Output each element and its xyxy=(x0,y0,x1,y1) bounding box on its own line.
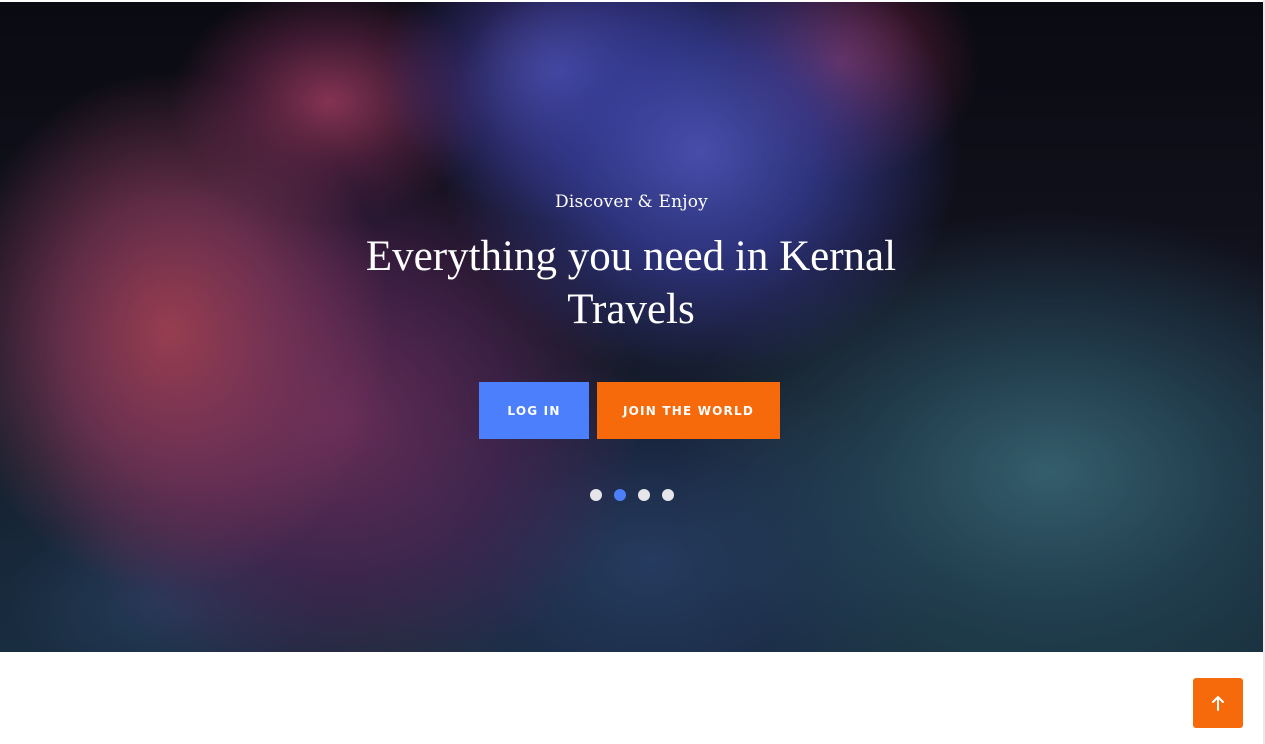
slider-pagination xyxy=(590,489,674,501)
slider-dot-2[interactable] xyxy=(614,489,626,501)
arrow-up-icon xyxy=(1212,696,1224,711)
hero-title: Everything you need in Kernal Travels xyxy=(365,233,897,333)
slider-dot-4[interactable] xyxy=(662,489,674,501)
hero-banner: Discover & Enjoy Everything you need in … xyxy=(0,2,1263,652)
hero-subtitle: Discover & Enjoy xyxy=(555,192,708,212)
login-button[interactable]: LOG IN xyxy=(479,382,589,439)
page: Discover & Enjoy Everything you need in … xyxy=(0,0,1265,744)
back-to-top-button[interactable] xyxy=(1193,678,1243,728)
slider-dot-3[interactable] xyxy=(638,489,650,501)
join-the-world-button[interactable]: JOIN THE WORLD xyxy=(597,382,780,439)
slider-dot-1[interactable] xyxy=(590,489,602,501)
